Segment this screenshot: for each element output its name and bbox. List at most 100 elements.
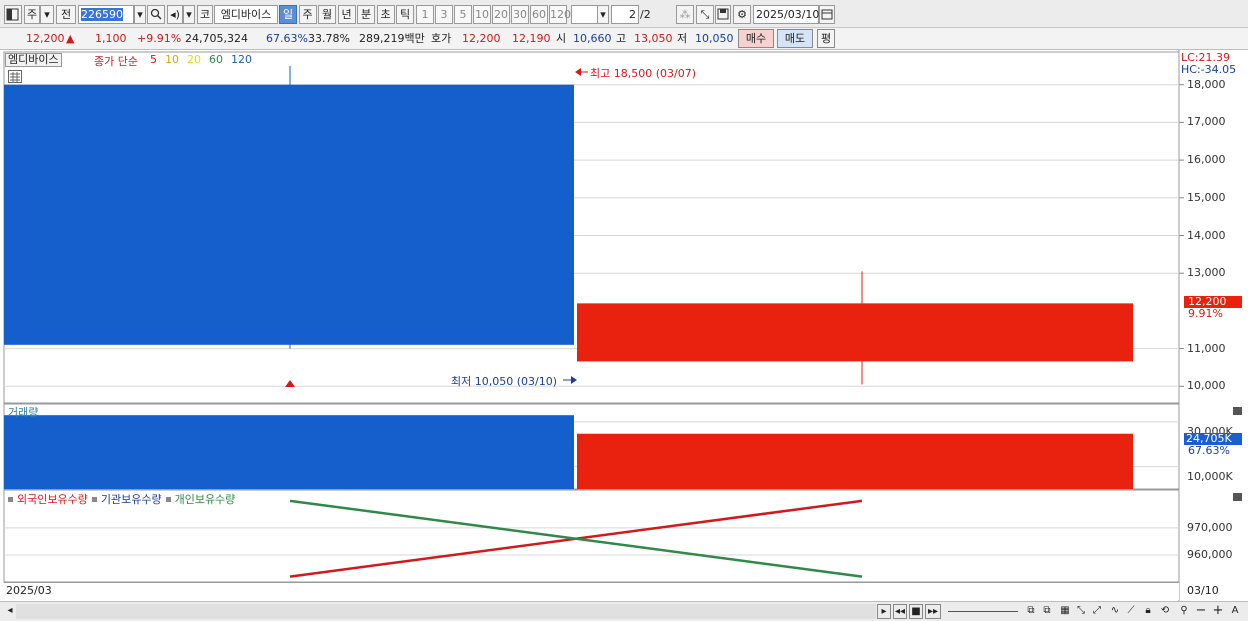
period-tab-6[interactable]: 틱 — [396, 5, 414, 24]
stock-name-field[interactable]: 엠디바이스 — [214, 5, 278, 24]
overlay-icon[interactable]: ⧉ — [1040, 604, 1054, 619]
kospi-button[interactable]: 코 — [197, 5, 213, 24]
fibo-icon[interactable]: ⟋ — [1124, 604, 1138, 619]
bid-ask-label: 호가 — [431, 32, 452, 45]
interval-button-10[interactable]: 10 — [473, 5, 491, 24]
legend-stock-name[interactable]: 엠디바이스 — [5, 53, 62, 67]
period-tab-0[interactable]: 일 — [279, 5, 297, 24]
zoom-box-icon[interactable]: ⧉ — [1024, 604, 1038, 619]
rewind-icon[interactable]: ◂◂ — [893, 604, 907, 619]
holding-tick-label: 970,000 — [1187, 520, 1233, 534]
settings-gear-icon[interactable]: ⚙ — [733, 5, 751, 24]
ma-legend-120[interactable]: 120 — [231, 53, 252, 66]
x-axis-left-label: 2025/03 — [6, 584, 52, 597]
trend-line-icon[interactable]: ⤢ — [1090, 604, 1104, 619]
ma-legend-5[interactable]: 5 — [150, 53, 157, 66]
interval-button-3[interactable]: 3 — [435, 5, 453, 24]
save-icon[interactable] — [715, 5, 731, 24]
buy-button[interactable]: 매수 — [738, 29, 774, 48]
trade-amount: 289,219백만 — [359, 32, 425, 45]
hc-label: HC:-34.05 — [1181, 63, 1237, 76]
legend-ma-label[interactable]: 종가 단순 — [94, 53, 138, 69]
calendar-icon[interactable] — [819, 5, 835, 24]
zoom-out-icon[interactable]: − — [1194, 604, 1208, 619]
prev-button[interactable]: 전 — [56, 5, 76, 24]
period-tab-2[interactable]: 월 — [318, 5, 336, 24]
stock-code-text: 226590 — [81, 8, 123, 21]
ma-legend-20[interactable]: 20 — [187, 53, 201, 66]
table-view-icon[interactable] — [8, 70, 22, 83]
current-price: 12,200 — [26, 32, 65, 45]
interval-button-30[interactable]: 30 — [511, 5, 529, 24]
candle-body-03/07[interactable] — [4, 84, 574, 345]
interval-button-1[interactable]: 1 — [416, 5, 434, 24]
low-label: 저 — [677, 32, 688, 45]
period-tab-3[interactable]: 년 — [337, 5, 356, 24]
play-icon[interactable]: ▸▸ — [925, 604, 941, 619]
volume-bar-03/10[interactable] — [577, 433, 1133, 489]
candle-body-03/10[interactable] — [577, 303, 1133, 362]
ma-legend-10[interactable]: 10 — [165, 53, 179, 66]
stop-icon[interactable]: ■ — [909, 604, 923, 619]
market-type-button[interactable]: 주 — [24, 5, 40, 24]
interval-button-20[interactable]: 20 — [492, 5, 510, 24]
date-input[interactable]: 2025/03/10 — [753, 5, 819, 24]
market-dropdown-icon[interactable]: ▾ — [40, 5, 54, 24]
low-annotation: 최저 10,050 (03/10) — [451, 375, 558, 388]
volume-title[interactable]: 거래량 — [8, 404, 38, 420]
draw-tool-icon[interactable]: ⤡ — [696, 5, 714, 24]
price-tick-label: 15,000 — [1187, 190, 1226, 204]
period-tab-4[interactable]: 분 — [357, 5, 375, 24]
volume-ratio: 67.63% — [266, 32, 308, 45]
period-tab-1[interactable]: 주 — [298, 5, 317, 24]
interval-combo[interactable] — [571, 5, 599, 24]
interval-button-60[interactable]: 60 — [530, 5, 548, 24]
avg-button[interactable]: 평 — [817, 29, 835, 48]
price-tick-label: 13,000 — [1187, 266, 1226, 280]
zoom-slider[interactable] — [948, 604, 1018, 619]
search-icon[interactable] — [147, 5, 165, 24]
scroll-right-icon[interactable]: ▸ — [877, 604, 891, 619]
volume-bar-03/07[interactable] — [4, 415, 574, 489]
link-icon[interactable]: ⁂ — [676, 5, 694, 24]
refresh-icon[interactable]: ⟲ — [1158, 604, 1172, 619]
price-up-arrow-icon: ▲ — [66, 32, 75, 45]
holding-pane-close-icon[interactable] — [1233, 493, 1242, 501]
interval-dropdown-icon[interactable]: ▾ — [597, 5, 609, 24]
scroll-track[interactable] — [16, 604, 876, 619]
code-dropdown-icon[interactable]: ▾ — [134, 5, 146, 24]
price-tick-label: 14,000 — [1187, 228, 1226, 242]
zoom-in-icon[interactable]: + — [1211, 604, 1225, 619]
lock-icon[interactable]: 🔒︎ — [1141, 604, 1155, 619]
ma-legend-60[interactable]: 60 — [209, 53, 223, 66]
grid-icon[interactable]: ▦ — [1058, 604, 1072, 619]
price-change-pct: +9.91% — [137, 32, 182, 45]
holding-legend-item-1[interactable]: 기관보유수량 — [101, 493, 162, 506]
interval-button-5[interactable]: 5 — [454, 5, 472, 24]
crosshair-icon[interactable]: ⤡ — [1074, 604, 1088, 619]
price-tick-label: 10,000 — [1187, 379, 1226, 393]
speaker-dropdown-icon[interactable]: ▾ — [183, 5, 195, 24]
scroll-left-icon[interactable]: ◂ — [4, 604, 16, 619]
holding-legend-marker — [165, 497, 171, 502]
chart-area[interactable]: 엠디바이스 종가 단순 5 10 20 60 120 최고 18,500 (03/07)… — [0, 50, 1248, 601]
holding-tick-label: 960,000 — [1187, 547, 1233, 561]
interval-button-120[interactable]: 120 — [549, 5, 571, 24]
holding-legend-marker — [8, 497, 13, 502]
page-current-input[interactable]: 2 — [611, 5, 639, 24]
period-tab-5[interactable]: 초 — [376, 5, 395, 24]
holding-legend-item-0[interactable]: 외국인보유수량 — [17, 493, 88, 506]
window-menu-icon[interactable] — [4, 5, 22, 24]
last-price-pct: 9.91% — [1188, 307, 1223, 320]
stock-code-input[interactable]: 226590 — [78, 5, 134, 24]
speaker-icon[interactable]: ◂) — [167, 5, 183, 24]
bottom-scroll-bar[interactable]: ◂ ▸ ◂◂ ■ ▸▸ ⧉ ⧉ ▦ ⤡ ⤢ ∿ ⟋ 🔒︎ ⟲ ⚲ − + A — [0, 601, 1248, 621]
volume-pane-close-icon[interactable] — [1233, 407, 1242, 415]
font-size-icon[interactable]: A — [1228, 604, 1242, 619]
wave-icon[interactable]: ∿ — [1108, 604, 1122, 619]
chart-canvas[interactable] — [0, 50, 1248, 601]
magnifier-icon[interactable]: ⚲ — [1177, 604, 1191, 619]
holding-legend-item-2[interactable]: 개인보유수량 — [175, 493, 236, 506]
event-marker-icon — [285, 380, 295, 387]
sell-button[interactable]: 매도 — [777, 29, 813, 48]
